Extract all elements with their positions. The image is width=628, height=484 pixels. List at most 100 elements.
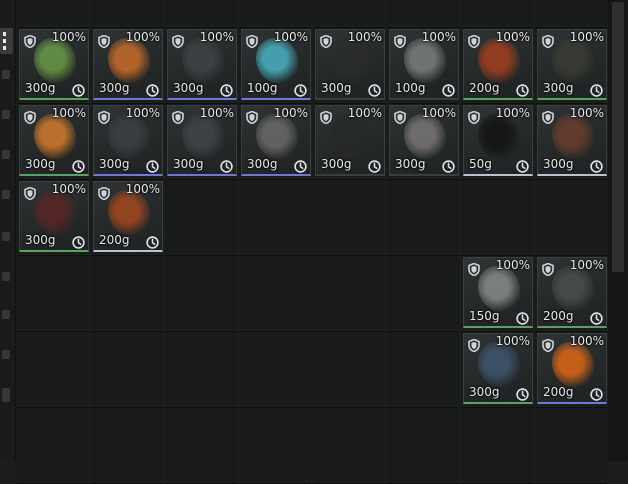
inventory-slot[interactable] xyxy=(387,256,459,332)
inventory-slot[interactable] xyxy=(91,332,163,408)
clock-icon xyxy=(72,234,85,249)
inventory-item-fire-orb[interactable]: 100% 200g xyxy=(537,333,607,404)
inventory-item-dark-leaf[interactable]: 100% 300g xyxy=(315,29,385,100)
inventory-slot[interactable] xyxy=(461,180,533,256)
inventory-slot[interactable] xyxy=(17,0,89,28)
inventory-slot[interactable] xyxy=(91,0,163,28)
inventory-slot[interactable] xyxy=(165,332,237,408)
inventory-item-blue-shell[interactable]: 100% 300g xyxy=(463,333,533,404)
sidebar-tab-icon[interactable] xyxy=(2,110,10,119)
inventory-slot[interactable] xyxy=(239,256,311,332)
clock-icon xyxy=(516,82,529,97)
inventory-scrollbar[interactable] xyxy=(608,0,628,461)
inventory-item-cyan-ring[interactable]: 100% 100g xyxy=(241,29,311,100)
inventory-slot[interactable] xyxy=(239,332,311,408)
sidebar-tab-icon[interactable] xyxy=(2,232,10,241)
item-image xyxy=(330,114,372,160)
inventory-item-dark-flower[interactable]: 100% 300g xyxy=(167,29,237,100)
clock-icon xyxy=(516,158,529,173)
clock-icon xyxy=(590,310,603,325)
item-image xyxy=(404,114,446,160)
durability-label: 100% xyxy=(51,182,86,196)
inventory-slot[interactable] xyxy=(461,408,533,484)
inventory-slot[interactable] xyxy=(165,256,237,332)
sidebar-tab-icon[interactable] xyxy=(2,150,10,159)
inventory-slot[interactable] xyxy=(313,0,385,28)
inventory-slot[interactable] xyxy=(165,180,237,256)
clock-icon xyxy=(516,386,529,401)
inventory-slot[interactable] xyxy=(239,180,311,256)
scrollbar-thumb[interactable] xyxy=(612,2,624,272)
inventory-item-grey-rose-2[interactable]: 100% 300g xyxy=(241,105,311,176)
sidebar-tab-icon[interactable] xyxy=(2,310,10,319)
shield-icon xyxy=(246,33,258,49)
inventory-item-dark-thorn[interactable]: 100% 300g xyxy=(537,29,607,100)
inventory-slot[interactable] xyxy=(313,408,385,484)
inventory-item-red-fruit[interactable]: 100% 200g xyxy=(463,29,533,100)
inventory-item-dark-berry[interactable]: 100% 300g xyxy=(19,181,89,252)
inventory-slot[interactable] xyxy=(461,0,533,28)
sidebar-tab-icon[interactable] xyxy=(2,272,10,281)
weight-label: 300g xyxy=(173,81,204,95)
clock-icon xyxy=(442,82,455,97)
item-image xyxy=(552,342,594,388)
inventory-slot[interactable] xyxy=(387,332,459,408)
inventory-slot[interactable] xyxy=(387,0,459,28)
sidebar-tab-icon[interactable] xyxy=(2,70,10,79)
inventory-slot[interactable] xyxy=(239,0,311,28)
inventory-item-black-feather[interactable]: 100% 50g xyxy=(463,105,533,176)
inventory-item-swirl-orange-2[interactable]: 100% 300g xyxy=(19,105,89,176)
inventory-item-swirl-orange[interactable]: 100% 300g xyxy=(93,29,163,100)
sidebar-tab-icon[interactable] xyxy=(2,388,10,402)
inventory-item-grey-claw[interactable]: 100% 150g xyxy=(463,257,533,328)
shield-icon xyxy=(468,33,480,49)
inventory-slot[interactable] xyxy=(239,408,311,484)
inventory-slot[interactable] xyxy=(165,0,237,28)
sidebar-tab-icon[interactable] xyxy=(2,350,10,359)
inventory-slot[interactable] xyxy=(91,256,163,332)
inventory-slot[interactable] xyxy=(165,408,237,484)
inventory-item-grey-rose[interactable]: 100% 100g xyxy=(389,29,459,100)
inventory-slot[interactable] xyxy=(535,0,607,28)
inventory-item-dark-flower-2[interactable]: 100% 300g xyxy=(93,105,163,176)
inventory-slot[interactable] xyxy=(535,408,607,484)
durability-label: 100% xyxy=(347,30,382,44)
inventory-item-grey-rose-3[interactable]: 100% 300g xyxy=(389,105,459,176)
inventory-slot[interactable] xyxy=(91,408,163,484)
shield-icon xyxy=(24,185,36,201)
durability-label: 100% xyxy=(125,30,160,44)
durability-label: 100% xyxy=(495,106,530,120)
sidebar-tab-icon[interactable] xyxy=(2,190,10,199)
clock-icon xyxy=(220,82,233,97)
inventory-slot[interactable] xyxy=(17,408,89,484)
durability-label: 100% xyxy=(51,30,86,44)
weight-label: 300g xyxy=(99,81,130,95)
durability-label: 100% xyxy=(421,106,456,120)
inventory-item-green-herb[interactable]: 100% 300g xyxy=(19,29,89,100)
inventory-item-dark-leaf-2[interactable]: 100% 300g xyxy=(315,105,385,176)
clock-icon xyxy=(590,82,603,97)
inventory-item-orange-bulb[interactable]: 100% 200g xyxy=(93,181,163,252)
weight-label: 200g xyxy=(543,385,574,399)
inventory-item-dark-flower-3[interactable]: 100% 300g xyxy=(167,105,237,176)
inventory-slot[interactable] xyxy=(313,256,385,332)
item-image xyxy=(478,114,520,160)
inventory-slot[interactable] xyxy=(313,332,385,408)
weight-label: 150g xyxy=(469,309,500,323)
inventory-slot[interactable] xyxy=(387,180,459,256)
inventory-item-dark-spike[interactable]: 100% 200g xyxy=(537,257,607,328)
inventory-slot[interactable] xyxy=(17,256,89,332)
durability-label: 100% xyxy=(273,106,308,120)
inventory-item-brown-pod[interactable]: 100% 300g xyxy=(537,105,607,176)
inventory-slot[interactable] xyxy=(387,408,459,484)
inventory-tab-icon[interactable] xyxy=(0,28,13,54)
inventory-slot[interactable] xyxy=(17,332,89,408)
inventory-slot[interactable] xyxy=(535,180,607,256)
weight-label: 300g xyxy=(173,157,204,171)
shield-icon xyxy=(394,33,406,49)
weight-label: 300g xyxy=(321,157,352,171)
weight-label: 300g xyxy=(247,157,278,171)
item-image xyxy=(478,38,520,84)
inventory-slot[interactable] xyxy=(313,180,385,256)
durability-label: 100% xyxy=(125,182,160,196)
